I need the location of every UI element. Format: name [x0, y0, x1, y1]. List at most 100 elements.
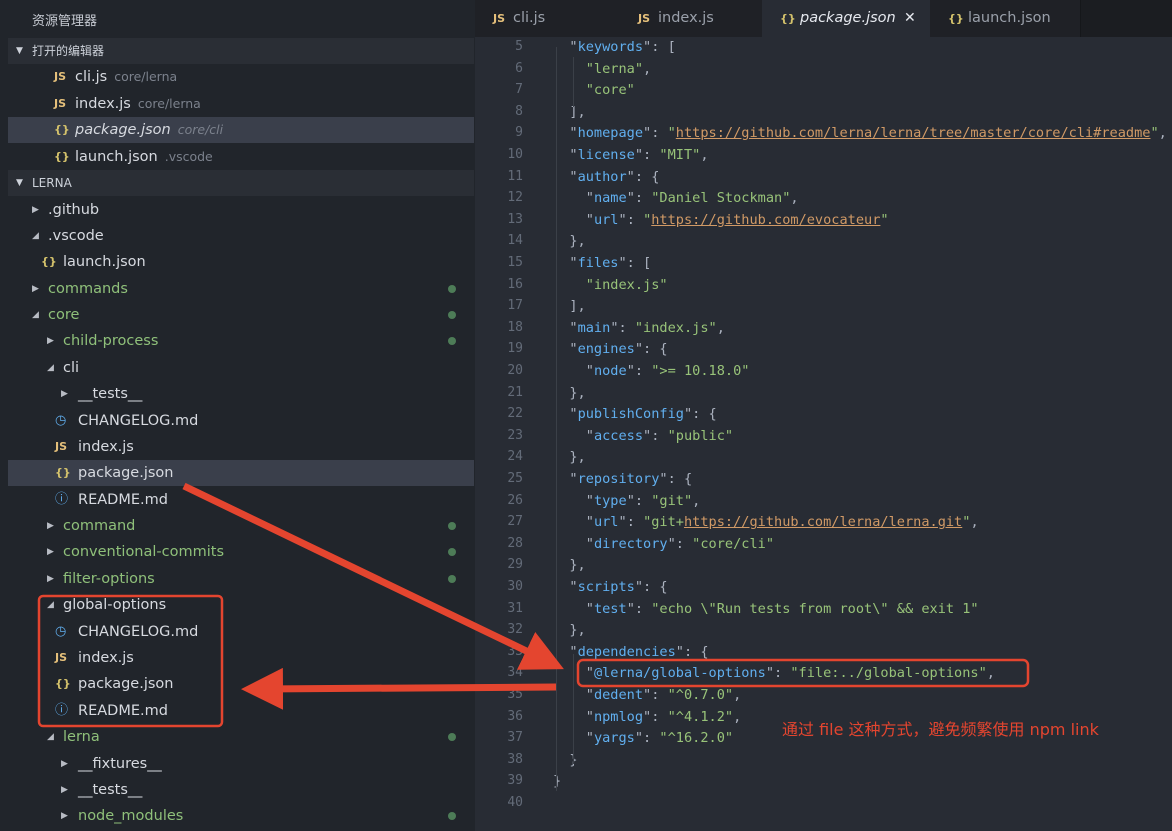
code-line[interactable]: "url": "git+https://github.com/lerna/ler… [553, 514, 979, 530]
git-status-dot [448, 548, 456, 556]
tree-folder-tests[interactable]: ▶ __tests__ [8, 381, 474, 407]
open-editors-header[interactable]: ▼ 打开的编辑器 [8, 38, 474, 64]
code-line[interactable]: "core" [553, 82, 635, 98]
tree-folder-filter-options[interactable]: ▶ filter-options [8, 566, 474, 592]
code-line[interactable]: "node": ">= 10.18.0" [553, 363, 750, 379]
line-number: 33 [507, 643, 523, 659]
tree-folder-vscode[interactable]: ◢ .vscode [8, 223, 474, 249]
tree-file-readme[interactable]: ⓘ README.md [8, 487, 474, 513]
code-line[interactable]: "name": "Daniel Stockman", [553, 190, 799, 206]
js-file-icon: JS [54, 97, 67, 110]
chevron-right-icon: ▶ [47, 547, 54, 557]
code-line[interactable]: }, [553, 449, 585, 465]
code-line[interactable]: "lerna", [553, 61, 651, 77]
code-line[interactable]: "repository": { [553, 471, 692, 487]
line-number: 37 [507, 730, 523, 746]
tree-folder-lerna[interactable]: ◢ lerna [8, 724, 474, 750]
chevron-down-icon: ◢ [47, 600, 54, 610]
code-line[interactable]: "type": "git", [553, 493, 701, 509]
code-editor[interactable]: 5 6 7 8 9 10 11 12 13 14 15 16 17 18 19 20 21 22 23 24 25 26 2… [475, 37, 1172, 831]
code-line[interactable]: "author": { [553, 169, 659, 185]
code-line[interactable]: "files": [ [553, 255, 651, 271]
code-line[interactable]: "license": "MIT", [553, 147, 708, 163]
line-number: 5 [515, 39, 523, 54]
code-line[interactable]: "url": "https://github.com/evocateur" [553, 212, 889, 228]
code-line[interactable]: "index.js" [553, 277, 668, 293]
code-line[interactable]: }, [553, 385, 585, 401]
code-line[interactable]: "npmlog": "^4.1.2", [553, 709, 742, 725]
code-line[interactable]: "homepage": "https://github.com/lerna/le… [553, 125, 1166, 141]
chevron-right-icon: ▶ [47, 521, 54, 531]
code-line[interactable]: }, [553, 622, 585, 638]
tree-file-changelog[interactable]: ◷ CHANGELOG.md [8, 408, 474, 434]
line-number: 6 [515, 60, 523, 76]
line-number: 7 [515, 82, 523, 98]
open-editor-item[interactable]: {} launch.json .vscode [8, 144, 474, 170]
close-icon[interactable]: ✕ [904, 0, 916, 37]
code-line[interactable]: "dependencies": { [553, 644, 708, 660]
tree-folder-fixtures[interactable]: ▶ __fixtures__ [8, 751, 474, 777]
tree-folder-global-options[interactable]: ◢ global-options [8, 592, 474, 618]
code-line[interactable]: "main": "index.js", [553, 320, 725, 336]
code-line[interactable]: ], [553, 104, 585, 120]
tree-file-package-json-selected[interactable]: {} package.json [8, 460, 474, 486]
line-number: 10 [507, 147, 523, 162]
open-editor-item[interactable]: JS cli.js core/lerna [8, 64, 474, 90]
tree-folder-core[interactable]: ◢ core [8, 302, 474, 328]
code-line[interactable]: ], [553, 298, 585, 314]
code-line[interactable]: "engines": { [553, 341, 667, 357]
code-line[interactable]: "directory": "core/cli" [553, 536, 774, 552]
tree-file-readme[interactable]: ⓘ README.md [8, 698, 474, 724]
tree-file-index-js[interactable]: JS index.js [8, 434, 474, 460]
tree-folder-commands[interactable]: ▶ commands [8, 276, 474, 302]
open-editor-item-active[interactable]: {} package.json core/cli [8, 117, 474, 143]
code-line[interactable]: "scripts": { [553, 579, 667, 595]
open-editor-item[interactable]: JS index.js core/lerna [8, 91, 474, 117]
tab-cli-js[interactable]: JS cli.js [475, 0, 621, 37]
tree-folder-cli[interactable]: ◢ cli [8, 355, 474, 381]
tree-folder-github[interactable]: ▶ .github [8, 197, 474, 223]
js-file-icon: JS [54, 70, 67, 83]
line-number: 36 [507, 708, 523, 724]
chevron-right-icon: ▶ [61, 389, 68, 399]
tree-folder-command[interactable]: ▶ command [8, 513, 474, 539]
code-line[interactable]: "publishConfig": { [553, 406, 716, 422]
tree-folder-conventional-commits[interactable]: ▶ conventional-commits [8, 539, 474, 565]
chevron-right-icon: ▶ [61, 759, 68, 769]
code-line[interactable]: "test": "echo \"Run tests from root\" &&… [553, 601, 979, 617]
tree-file-launch-json[interactable]: {} launch.json [8, 249, 474, 275]
code-line[interactable]: "keywords": [ [553, 39, 675, 55]
line-number: 31 [507, 600, 523, 616]
code-line[interactable]: "access": "public" [553, 428, 733, 444]
code-line[interactable]: "@lerna/global-options": "file:../global… [553, 665, 995, 681]
code-line[interactable]: }, [553, 233, 585, 249]
lerna-folder-header[interactable]: ▼ LERNA [8, 170, 474, 196]
json-file-icon: {} [780, 12, 796, 25]
tree-file-package-json[interactable]: {} package.json [8, 671, 474, 697]
tree-file-changelog[interactable]: ◷ CHANGELOG.md [8, 619, 474, 645]
git-status-dot [448, 311, 456, 319]
js-file-icon: JS [493, 12, 506, 25]
code-line[interactable]: "yargs": "^16.2.0" [553, 730, 733, 746]
tree-folder-child-process[interactable]: ▶ child-process [8, 328, 474, 354]
indent-guide [573, 57, 574, 107]
js-file-icon: JS [55, 651, 68, 664]
line-number: 30 [507, 579, 523, 594]
code-line[interactable]: "dedent": "^0.7.0", [553, 687, 742, 703]
tab-package-json[interactable]: {} package.json ✕ [762, 0, 931, 37]
line-number: 21 [507, 384, 523, 400]
line-number: 27 [507, 514, 523, 530]
open-editor-name: index.js [75, 96, 131, 112]
line-number: 23 [507, 427, 523, 443]
tree-folder-node-modules[interactable]: ▶ node_modules [8, 803, 474, 829]
tab-launch-json[interactable]: {} launch.json [930, 0, 1081, 37]
info-icon: ⓘ [55, 703, 69, 718]
code-line[interactable]: }, [553, 557, 585, 573]
line-number: 38 [507, 751, 523, 767]
tree-file-index-js[interactable]: JS index.js [8, 645, 474, 671]
code-line[interactable]: } [553, 773, 561, 789]
tree-folder-tests[interactable]: ▶ __tests__ [8, 777, 474, 803]
chevron-down-icon: ◢ [32, 231, 39, 241]
chevron-right-icon: ▶ [61, 785, 68, 795]
tab-index-js[interactable]: JS index.js [620, 0, 763, 37]
